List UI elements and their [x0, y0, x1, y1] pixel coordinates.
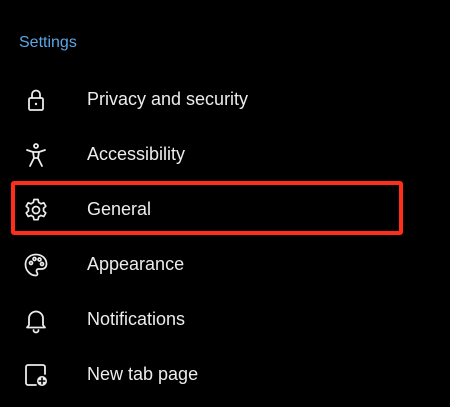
palette-icon — [22, 251, 50, 279]
menu-item-accessibility[interactable]: Accessibility — [0, 127, 450, 182]
menu-item-appearance[interactable]: Appearance — [0, 237, 450, 292]
menu-item-label: New tab page — [87, 364, 199, 384]
menu-item-label: General — [87, 199, 152, 219]
settings-menu: Privacy and security Accessibility Gener… — [0, 72, 450, 402]
menu-item-notifications[interactable]: Notifications — [0, 292, 450, 347]
menu-item-new-tab-page[interactable]: New tab page — [0, 347, 450, 402]
menu-item-label: Accessibility — [87, 144, 186, 164]
section-header: Settings — [19, 34, 77, 51]
bell-icon — [22, 306, 50, 334]
menu-item-general[interactable]: General — [0, 182, 450, 237]
menu-item-label: Privacy and security — [87, 89, 249, 109]
menu-item-privacy-and-security[interactable]: Privacy and security — [0, 72, 450, 127]
new-tab-icon — [22, 361, 50, 389]
accessibility-icon — [22, 141, 50, 169]
menu-item-label: Notifications — [87, 309, 186, 329]
menu-item-label: Appearance — [87, 254, 185, 274]
lock-icon — [22, 86, 50, 114]
gear-icon — [22, 196, 50, 224]
